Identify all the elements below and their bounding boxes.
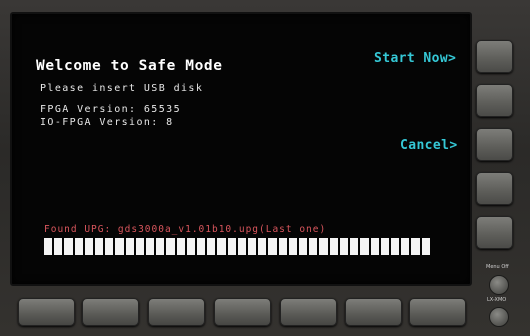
io-fpga-version-text: IO-FPGA Version: 8: [40, 117, 174, 128]
fpga-version-text: FPGA Version: 65535: [40, 104, 181, 115]
progress-segment: [401, 238, 410, 255]
bottom-softkey-7-button[interactable]: [409, 298, 466, 326]
progress-segment: [176, 238, 185, 255]
softkey-4-button[interactable]: [476, 172, 513, 205]
progress-segment: [105, 238, 114, 255]
upgrade-progress-bar: [44, 238, 430, 255]
progress-segment: [380, 238, 389, 255]
instrument-bezel: Welcome to Safe Mode Please insert USB d…: [0, 0, 530, 336]
progress-segment: [44, 238, 53, 255]
progress-segment: [125, 238, 134, 255]
softkey-1-button[interactable]: [476, 40, 513, 73]
progress-segment: [258, 238, 267, 255]
instruction-text: Please insert USB disk: [40, 83, 204, 94]
bottom-softkey-5-button[interactable]: [280, 298, 337, 326]
progress-segment: [360, 238, 369, 255]
progress-segment: [339, 238, 349, 255]
progress-segment: [146, 238, 155, 255]
progress-segment: [115, 238, 124, 255]
softkey-3-button[interactable]: [476, 128, 513, 161]
menu-off-knob[interactable]: [489, 275, 509, 295]
progress-segment: [319, 238, 328, 255]
progress-segment: [421, 238, 430, 255]
progress-segment: [268, 238, 277, 255]
progress-segment: [54, 238, 63, 255]
start-now-label: Start Now>: [374, 51, 457, 66]
progress-segment: [207, 238, 216, 255]
progress-segment: [156, 238, 165, 255]
bottom-softkey-1-button[interactable]: [18, 298, 75, 326]
progress-segment: [309, 238, 318, 255]
progress-segment: [197, 238, 206, 255]
progress-segment: [299, 238, 308, 255]
progress-segment: [390, 238, 400, 255]
bottom-softkey-3-button[interactable]: [148, 298, 205, 326]
lx-label: LX-XMO: [487, 297, 507, 303]
progress-segment: [248, 238, 257, 255]
progress-segment: [237, 238, 247, 255]
progress-segment: [84, 238, 94, 255]
progress-segment: [74, 238, 83, 255]
softkey-5-button[interactable]: [476, 216, 513, 249]
progress-segment: [350, 238, 359, 255]
upgrade-file-status: Found UPG: gds3000a_v1.01b10.upg(Last on…: [44, 224, 327, 235]
progress-segment: [166, 238, 175, 255]
bottom-softkey-4-button[interactable]: [214, 298, 271, 326]
display-screen: Welcome to Safe Mode Please insert USB d…: [10, 12, 472, 286]
bottom-softkey-6-button[interactable]: [345, 298, 402, 326]
progress-segment: [411, 238, 420, 255]
menu-off-label: Menu Off: [486, 264, 509, 270]
progress-segment: [278, 238, 287, 255]
progress-segment: [64, 238, 73, 255]
softkey-2-button[interactable]: [476, 84, 513, 117]
progress-segment: [370, 238, 379, 255]
progress-segment: [135, 238, 145, 255]
progress-segment: [95, 238, 104, 255]
progress-segment: [288, 238, 298, 255]
bottom-softkey-2-button[interactable]: [82, 298, 139, 326]
page-title: Welcome to Safe Mode: [36, 58, 223, 74]
progress-segment: [227, 238, 236, 255]
progress-segment: [329, 238, 338, 255]
cancel-label: Cancel>: [400, 138, 458, 153]
progress-segment: [217, 238, 226, 255]
progress-segment: [186, 238, 196, 255]
lx-knob[interactable]: [489, 307, 509, 327]
